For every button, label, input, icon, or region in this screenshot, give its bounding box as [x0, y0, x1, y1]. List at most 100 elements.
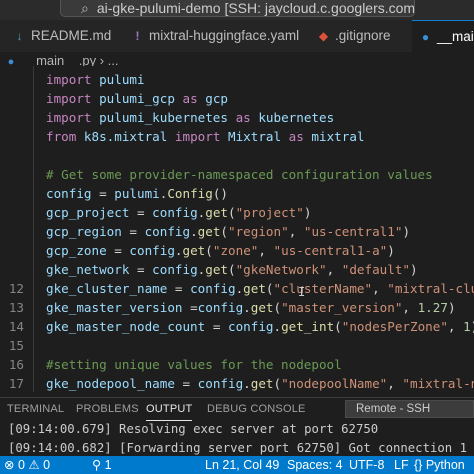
- code-line[interactable]: from k8s.mixtral import Mixtral as mixtr…: [0, 127, 474, 146]
- code-token: =: [182, 300, 198, 315]
- indentation-status[interactable]: Spaces: 4: [287, 456, 343, 474]
- output-channel-select[interactable]: Remote - SSH: [345, 400, 474, 418]
- code-token: (: [265, 281, 274, 296]
- code-token: "clusterName": [273, 281, 373, 296]
- code-token: .: [243, 300, 251, 315]
- bottom-panel: TERMINAL PROBLEMS OUTPUT DEBUG CONSOLE R…: [0, 397, 474, 456]
- code-token: mixtral: [311, 129, 365, 144]
- code-text: gke_master_node_count = config.get_int("…: [46, 317, 474, 336]
- code-token: get: [205, 205, 228, 220]
- code-line[interactable]: gcp_region = config.get("region", "us-ce…: [0, 222, 474, 241]
- code-token: gke_nodepool_name: [46, 376, 175, 391]
- code-line[interactable]: 12 gke_cluster_name = config.get("cluster…: [0, 279, 474, 298]
- code-token: .: [243, 376, 251, 391]
- code-token: config: [197, 376, 244, 391]
- language-mode[interactable]: {} Python: [414, 456, 465, 474]
- code-token: get: [250, 376, 274, 391]
- panel-tab-terminal[interactable]: TERMINAL: [7, 398, 64, 420]
- tab-readme[interactable]: ↓ README.md: [6, 20, 124, 52]
- code-token: ,: [387, 376, 403, 391]
- code-token: from: [46, 129, 84, 144]
- code-text: config = pulumi.Config(): [46, 184, 228, 203]
- code-token: ,: [402, 300, 418, 315]
- code-line[interactable]: gcp_zone = config.get("zone", "us-centra…: [0, 241, 474, 260]
- code-token: ): [402, 224, 411, 239]
- code-line[interactable]: 13 gke_master_version =config.get("master…: [0, 298, 474, 317]
- code-token: =: [205, 319, 228, 334]
- code-token: =: [129, 205, 153, 220]
- code-line[interactable]: gcp_project = config.get("project"): [0, 203, 474, 222]
- code-token: 1: [463, 319, 471, 334]
- encoding-status[interactable]: UTF-8: [349, 456, 384, 474]
- code-token: get: [250, 300, 274, 315]
- code-token: "mixtral-nodepool": [402, 376, 474, 391]
- code-line[interactable]: [0, 146, 474, 165]
- code-text: from k8s.mixtral import Mixtral as mixtr…: [46, 127, 365, 146]
- search-icon: ⌕: [81, 0, 89, 16]
- mouse-ibeam-cursor: I: [298, 285, 306, 299]
- code-line[interactable]: # Get some provider-namespaced configura…: [0, 165, 474, 184]
- tab-main-py[interactable]: ●__main: [412, 20, 474, 52]
- code-line[interactable]: import pulumi_gcp as gcp: [0, 89, 474, 108]
- code-token: =: [129, 262, 153, 277]
- code-token: gke_cluster_name: [46, 281, 168, 296]
- panel-tab-output[interactable]: OUTPUT: [146, 398, 193, 421]
- code-text: import pulumi_kubernetes as kubernetes: [46, 108, 334, 127]
- eol-status[interactable]: LF: [394, 456, 409, 474]
- code-token: ): [303, 205, 312, 220]
- code-token: get: [197, 224, 221, 239]
- code-line[interactable]: import pulumi: [0, 70, 474, 89]
- code-token: gcp: [205, 91, 228, 106]
- output-line: [09:14:00.679] Resolving exec server at …: [8, 422, 379, 436]
- panel-tab-problems[interactable]: PROBLEMS: [76, 398, 139, 420]
- code-token: =: [174, 376, 198, 391]
- code-token: ): [387, 243, 395, 258]
- code-token: (: [205, 243, 213, 258]
- code-token: .: [190, 224, 198, 239]
- code-line[interactable]: config = pulumi.Config(): [0, 184, 474, 203]
- code-line[interactable]: 14 gke_master_node_count = config.get_int…: [0, 317, 474, 336]
- tab-mixtral-yaml[interactable]: ! mixtral-huggingface.yaml: [126, 20, 312, 52]
- panel-tab-debug-console[interactable]: DEBUG CONSOLE: [207, 398, 306, 420]
- problems-status[interactable]: ⊗ 0 ⚠ 0: [4, 456, 50, 474]
- command-center-search[interactable]: ⌕ ai-gke-pulumi-demo [SSH: jaycloud.c.goo…: [60, 0, 415, 17]
- code-line[interactable]: 15: [0, 336, 474, 355]
- error-icon: ⊗: [4, 458, 15, 472]
- python-icon: ●: [421, 30, 430, 44]
- code-token: =: [167, 281, 191, 296]
- code-text: # Get some provider-namespaced configura…: [46, 165, 433, 184]
- code-line[interactable]: 16 #setting unique values for the nodepoo…: [0, 355, 474, 374]
- yaml-icon: !: [135, 29, 140, 43]
- code-token: k8s.mixtral: [83, 129, 168, 144]
- code-token: (: [228, 205, 236, 220]
- code-token: gcp_zone: [46, 243, 107, 258]
- code-editor[interactable]: import pulumi import pulumi_gcp as gcp imp…: [0, 66, 474, 392]
- code-token: "nodepoolName": [281, 376, 388, 391]
- code-line[interactable]: gke_network = config.get("gkeNetwork", "…: [0, 260, 474, 279]
- markdown-icon: ↓: [16, 29, 23, 43]
- code-token: "us-central1-a": [273, 243, 388, 258]
- cursor-position[interactable]: Ln 21, Col 49: [205, 456, 279, 474]
- code-token: pulumi: [114, 186, 160, 201]
- status-bar: ⊗ 0 ⚠ 0 ⚲ 1 Ln 21, Col 49 Spaces: 4 UTF-…: [0, 456, 474, 474]
- code-token: ): [410, 262, 418, 277]
- code-token: pulumi: [99, 72, 145, 87]
- line-number: 17: [8, 376, 24, 391]
- code-token: # Get some provider-namespaced configura…: [46, 167, 433, 182]
- code-token: gcp_region: [46, 224, 122, 239]
- line-number: 13: [8, 300, 24, 315]
- code-line[interactable]: 17 gke_nodepool_name = config.get("nodepo…: [0, 374, 474, 392]
- code-token: gke_master_version: [46, 300, 183, 315]
- code-token: "mixtral-cluster": [387, 281, 474, 296]
- code-token: "master_version": [281, 300, 403, 315]
- ports-status[interactable]: ⚲ 1: [92, 456, 112, 474]
- code-token: import: [46, 110, 100, 125]
- code-text: gcp_project = config.get("project"): [46, 203, 311, 222]
- tab-gitignore[interactable]: ◆ .gitignore: [312, 20, 410, 52]
- code-token: "zone": [212, 243, 259, 258]
- code-token: gke_network: [46, 262, 130, 277]
- code-token: config: [190, 281, 236, 296]
- code-token: "region": [228, 224, 289, 239]
- code-line[interactable]: import pulumi_kubernetes as kubernetes: [0, 108, 474, 127]
- code-text: import pulumi: [46, 70, 145, 89]
